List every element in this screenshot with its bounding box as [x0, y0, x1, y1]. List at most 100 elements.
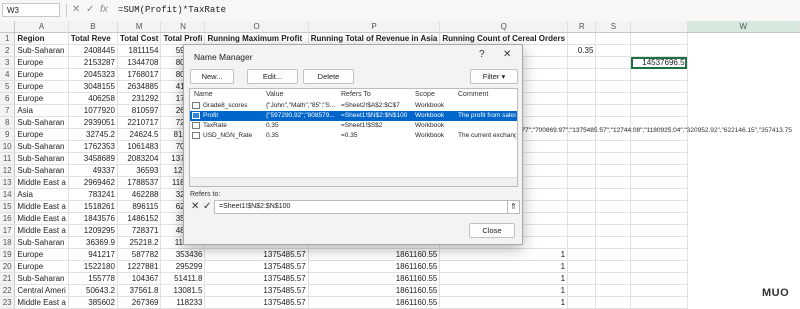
cell[interactable]: Europe [14, 80, 69, 93]
row-number[interactable]: 18 [0, 236, 16, 249]
cell[interactable]: 728371 [117, 224, 162, 237]
row-number[interactable]: 5 [0, 80, 16, 93]
cell[interactable]: 2083204 [117, 152, 162, 165]
cell[interactable]: Middle East a [14, 200, 69, 213]
cell[interactable]: 1 [439, 248, 569, 261]
cell[interactable]: Sub-Saharan [14, 236, 69, 249]
cell[interactable] [630, 200, 688, 213]
cell[interactable] [567, 260, 597, 273]
cell[interactable]: Middle East a [14, 224, 69, 237]
cell[interactable] [567, 284, 597, 297]
cell[interactable] [567, 80, 597, 93]
cell[interactable]: 1375485.57 [204, 260, 309, 273]
cell[interactable] [595, 296, 632, 309]
cell[interactable]: 1486152 [117, 212, 162, 225]
close-icon[interactable]: ✕ [503, 49, 511, 61]
cell[interactable]: Sub-Saharan [14, 272, 69, 285]
cell[interactable]: Sub-Saharan [14, 116, 69, 129]
column-header[interactable]: P [308, 21, 441, 33]
collapse-dialog-icon[interactable]: ⇑ [507, 200, 520, 214]
column-header[interactable]: B [68, 21, 118, 33]
cell[interactable]: Middle East a [14, 296, 69, 309]
cell[interactable] [595, 56, 632, 69]
cell[interactable]: 267369 [117, 296, 162, 309]
cell[interactable]: 1375485.57 [204, 272, 309, 285]
cell[interactable] [567, 56, 597, 69]
cell[interactable]: 49337 [68, 164, 118, 177]
cancel-icon[interactable]: ✕ [72, 3, 80, 17]
cell[interactable] [567, 272, 597, 285]
cell[interactable] [595, 44, 632, 57]
cell[interactable]: 896115 [117, 200, 162, 213]
header-cell[interactable]: Running Maximum Profit [204, 32, 309, 45]
cell[interactable] [595, 236, 632, 249]
list-header-name[interactable]: Name [194, 91, 213, 98]
cell[interactable] [630, 188, 688, 201]
cell[interactable] [567, 236, 597, 249]
column-header[interactable]: Q [439, 21, 569, 33]
cell[interactable]: 50643.2 [68, 284, 118, 297]
column-header[interactable]: R [567, 21, 597, 33]
cell[interactable]: 1861160.55 [308, 296, 441, 309]
cell[interactable]: 1861160.55 [308, 260, 441, 273]
cell[interactable]: 155778 [68, 272, 118, 285]
cell[interactable] [595, 248, 632, 261]
close-button[interactable]: Close [469, 223, 515, 238]
name-list-item[interactable]: TaxRate 0.35 =Sheet1!$S$2 Workbook [190, 121, 517, 131]
cell[interactable]: Asia [14, 188, 69, 201]
cell[interactable] [595, 188, 632, 201]
row-number[interactable]: 3 [0, 56, 16, 69]
row-number[interactable]: 9 [0, 128, 16, 141]
cell[interactable] [595, 272, 632, 285]
cell[interactable] [595, 164, 632, 177]
name-list-item[interactable]: USD_NGN_Rate 0.35 =0.35 Workbook The current… [190, 131, 517, 141]
row-number[interactable]: 8 [0, 116, 16, 129]
cell[interactable] [567, 32, 597, 45]
cell[interactable] [567, 152, 597, 165]
cell[interactable] [567, 68, 597, 81]
cell[interactable] [630, 80, 688, 93]
column-header[interactable]: A [14, 21, 69, 33]
cell[interactable]: 118233 [160, 296, 206, 309]
cell[interactable]: 1077920 [68, 104, 118, 117]
cell[interactable]: Europe [14, 68, 69, 81]
cell[interactable] [567, 224, 597, 237]
cell[interactable]: Sub-Saharan [14, 164, 69, 177]
cell[interactable]: 1227881 [117, 260, 162, 273]
cell[interactable]: 1 [439, 260, 569, 273]
cell[interactable] [595, 80, 632, 93]
cell[interactable]: Central Ameri [14, 284, 69, 297]
name-box[interactable]: W3 [2, 3, 60, 17]
cell[interactable]: 1861160.55 [308, 272, 441, 285]
row-number[interactable]: 21 [0, 272, 16, 285]
cell[interactable]: 36593 [117, 164, 162, 177]
delete-button[interactable]: Delete [303, 69, 354, 84]
cell[interactable] [567, 200, 597, 213]
cell[interactable] [595, 212, 632, 225]
header-cell[interactable]: Running Count of Cereal Orders [439, 32, 569, 45]
cell[interactable]: 2969462 [68, 176, 118, 189]
row-number[interactable]: 12 [0, 164, 16, 177]
column-header[interactable]: M [117, 21, 162, 33]
ref-cancel-icon[interactable]: ✕ [191, 201, 199, 212]
cell[interactable]: 406258 [68, 92, 118, 105]
cell[interactable]: Middle East a [14, 176, 69, 189]
cell[interactable] [630, 236, 688, 249]
row-number[interactable]: 4 [0, 68, 16, 81]
cell[interactable]: 1788537 [117, 176, 162, 189]
cell[interactable] [567, 296, 597, 309]
cell[interactable] [595, 104, 632, 117]
cell[interactable]: 1811154 [117, 44, 162, 57]
cell[interactable]: 295299 [160, 260, 206, 273]
cell[interactable]: Asia [14, 104, 69, 117]
cell[interactable]: 1 [439, 296, 569, 309]
column-header[interactable]: S [595, 21, 632, 33]
cell[interactable]: 13081.5 [160, 284, 206, 297]
cell[interactable] [595, 284, 632, 297]
cell[interactable]: 1768017 [117, 68, 162, 81]
cell[interactable]: Sub-Saharan [14, 44, 69, 57]
cell[interactable] [567, 248, 597, 261]
cell[interactable] [567, 188, 597, 201]
cell[interactable] [630, 92, 688, 105]
cell[interactable]: 587782 [117, 248, 162, 261]
